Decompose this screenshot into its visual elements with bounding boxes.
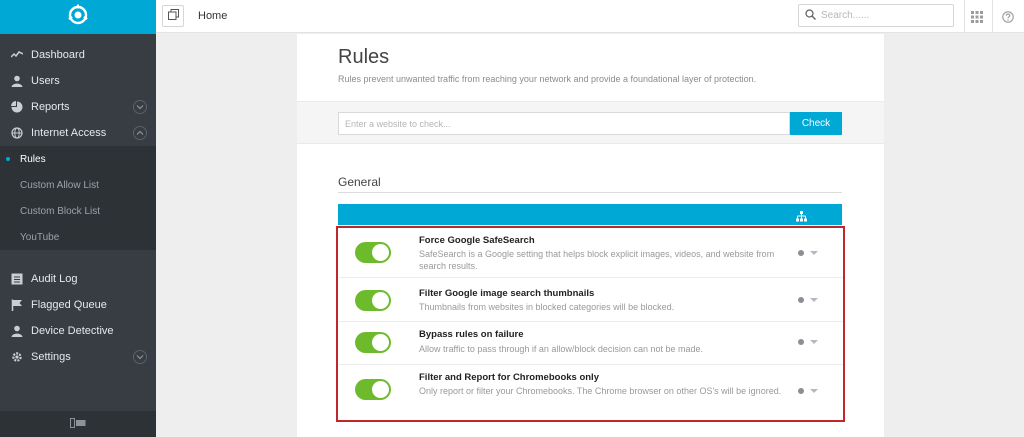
apps-grid-icon[interactable] xyxy=(971,10,983,28)
sidebar: Dashboard Users Reports Internet Access xyxy=(0,0,156,437)
search-icon xyxy=(805,7,816,25)
breadcrumb[interactable]: Home xyxy=(198,10,227,22)
sidebar-subitem-youtube[interactable]: YouTube xyxy=(0,224,156,250)
divider xyxy=(338,192,842,193)
sidebar-item-reports[interactable]: Reports xyxy=(0,94,156,120)
sidebar-subitem-custom-allow-list[interactable]: Custom Allow List xyxy=(0,172,156,198)
sidebar-item-label: Settings xyxy=(31,351,71,363)
page-subtitle: Rules prevent unwanted traffic from reac… xyxy=(338,74,757,84)
pie-chart-icon xyxy=(11,101,23,113)
sidebar-item-internet-access[interactable]: Internet Access xyxy=(0,120,156,146)
sidebar-item-users[interactable]: Users xyxy=(0,68,156,94)
windows-icon xyxy=(167,7,179,25)
gear-icon xyxy=(11,351,23,363)
divider xyxy=(992,0,993,33)
sidebar-item-settings[interactable]: Settings xyxy=(0,344,156,370)
sidebar-item-dashboard[interactable]: Dashboard xyxy=(0,42,156,68)
sidebar-subitem-rules[interactable]: Rules xyxy=(0,146,156,172)
sidebar-item-label: Dashboard xyxy=(31,49,85,61)
collapse-sidebar-button[interactable] xyxy=(0,411,156,437)
check-button[interactable]: Check xyxy=(790,112,842,135)
user-icon xyxy=(11,75,23,87)
sidebar-item-label: Users xyxy=(31,75,60,87)
sidebar-item-label: Flagged Queue xyxy=(31,299,107,311)
sidebar-item-label: Device Detective xyxy=(31,325,114,337)
website-check-input[interactable]: Enter a website to check... xyxy=(338,112,790,135)
search-placeholder: Search...... xyxy=(821,10,870,21)
sidebar-subitem-label: Custom Allow List xyxy=(20,179,99,191)
sidebar-item-label: Reports xyxy=(31,101,70,113)
flag-icon xyxy=(11,299,23,311)
rules-table-header xyxy=(338,204,842,225)
logo-icon xyxy=(67,4,89,31)
sidebar-item-audit-log[interactable]: Audit Log xyxy=(0,266,156,292)
sidebar-subitem-label: YouTube xyxy=(20,231,60,243)
chevron-down-icon[interactable] xyxy=(133,100,147,114)
highlight-box xyxy=(336,226,845,422)
section-title: General xyxy=(338,175,381,189)
sidebar-item-device-detective[interactable]: Device Detective xyxy=(0,318,156,344)
chevron-up-icon[interactable] xyxy=(133,126,147,140)
internet-access-submenu: Rules Custom Allow List Custom Block Lis… xyxy=(0,146,156,250)
help-icon[interactable] xyxy=(1002,10,1014,28)
active-indicator xyxy=(6,157,10,161)
sidebar-item-flagged-queue[interactable]: Flagged Queue xyxy=(0,292,156,318)
sidebar-subitem-label: Custom Block List xyxy=(20,205,101,217)
activity-icon xyxy=(11,49,23,61)
logo-bar[interactable] xyxy=(0,0,156,34)
sidebar-item-label: Audit Log xyxy=(31,273,78,285)
hierarchy-icon[interactable] xyxy=(796,209,807,227)
globe-icon xyxy=(11,127,23,139)
list-icon xyxy=(11,273,23,285)
global-search-input[interactable]: Search...... xyxy=(798,4,954,27)
chevron-down-icon[interactable] xyxy=(133,350,147,364)
window-toggle-button[interactable] xyxy=(162,5,184,27)
sidebar-item-label: Internet Access xyxy=(31,127,107,139)
top-bar: Home Search...... xyxy=(156,0,1024,33)
divider xyxy=(964,0,965,33)
sidebar-subitem-label: Rules xyxy=(20,153,46,165)
page-title: Rules xyxy=(338,46,390,68)
user-icon xyxy=(11,325,23,337)
website-check-bar: Enter a website to check... Check xyxy=(297,101,884,144)
collapse-icon xyxy=(70,415,86,433)
sidebar-subitem-custom-block-list[interactable]: Custom Block List xyxy=(0,198,156,224)
